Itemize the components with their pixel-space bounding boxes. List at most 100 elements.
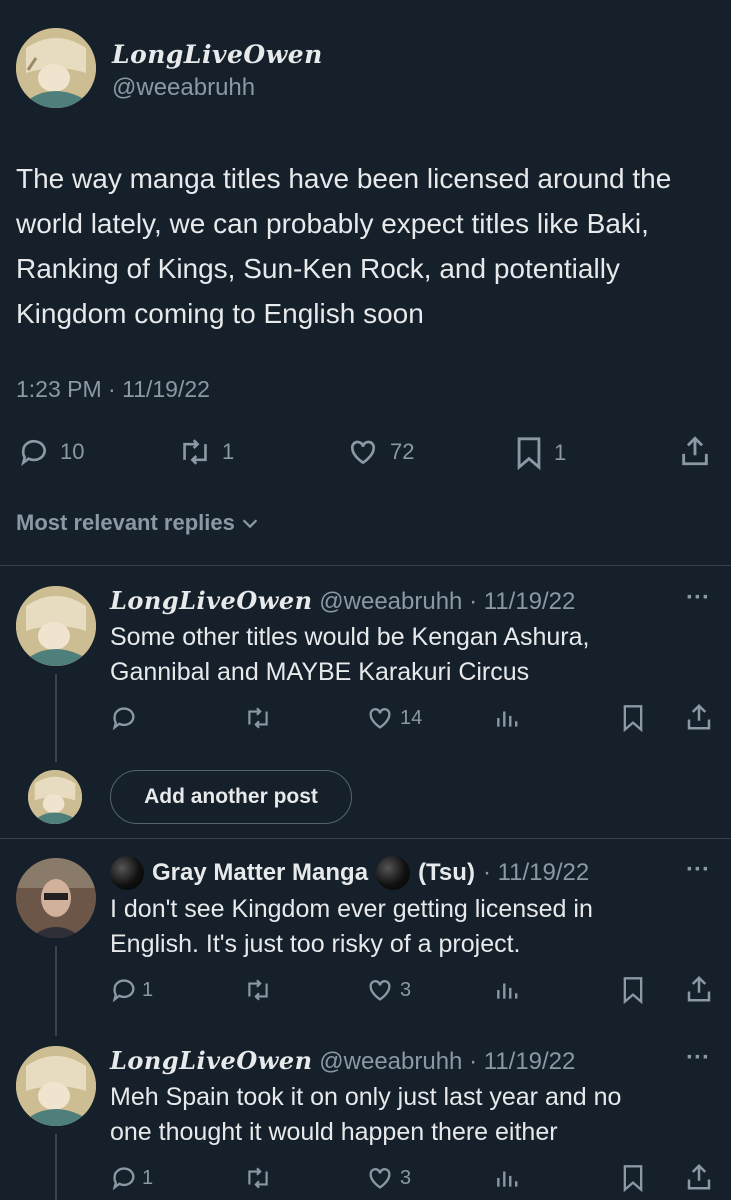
reply-comment-count: 1 (142, 978, 154, 1001)
share-icon (678, 434, 712, 468)
reply-text-line: Some other titles would be Kengan Ashura… (110, 623, 590, 651)
reply-text-line: one thought it would happen there either (110, 1118, 558, 1146)
reply-comment-button[interactable]: 1 (110, 1164, 153, 1192)
thread-connector (55, 946, 57, 1036)
timestamp-separator: · (108, 376, 116, 402)
retweet-icon (244, 976, 272, 1004)
reply-retweet-button[interactable] (244, 704, 272, 732)
share-icon (684, 702, 714, 732)
reply-share-button[interactable] (684, 702, 714, 732)
reply-button[interactable]: 10 (18, 436, 84, 468)
thread-connector (55, 674, 57, 762)
reply-share-button[interactable] (684, 974, 714, 1004)
reply-display-name[interactable]: LongLiveOwen (110, 586, 313, 615)
author-handle[interactable]: @weeabruhh (112, 74, 255, 102)
reply-avatar[interactable] (16, 586, 96, 666)
analytics-icon (494, 976, 520, 1004)
retweet-button[interactable]: 1 (178, 436, 234, 468)
section-divider (0, 838, 731, 839)
analytics-icon (494, 1164, 520, 1192)
bookmark-icon (620, 704, 646, 732)
analytics-icon (494, 704, 520, 732)
black-circle-emoji (110, 856, 144, 890)
thread-connector (55, 1134, 57, 1200)
more-options-button[interactable]: ··· (686, 584, 710, 612)
reply-bookmark-button[interactable] (620, 704, 646, 732)
share-icon (684, 974, 714, 1004)
reply-header: LongLiveOwen @weeabruhh · 11/19/22 (110, 586, 575, 616)
share-icon (684, 1162, 714, 1192)
reply-comment-count: 1 (142, 1166, 154, 1189)
reply-count: 10 (60, 439, 85, 464)
more-options-button[interactable]: ··· (686, 1044, 710, 1072)
share-button[interactable] (678, 434, 712, 468)
retweet-icon (244, 704, 272, 732)
reply-text: Meh Spain took it on only just last year… (110, 1080, 621, 1150)
reply-analytics-button[interactable] (494, 976, 520, 1004)
tweet-time: 1:23 PM (16, 376, 102, 402)
tweet-timestamp[interactable]: 1:23 PM · 11/19/22 (16, 376, 210, 403)
reply-comment-button[interactable] (110, 704, 138, 732)
retweet-count: 1 (222, 439, 235, 464)
reply-retweet-button[interactable] (244, 1164, 272, 1192)
reply-text-line: Meh Spain took it on only just last year… (110, 1083, 622, 1111)
sort-label: Most relevant replies (16, 510, 235, 535)
add-another-post-button[interactable]: Add another post (110, 770, 352, 824)
comment-icon (110, 1164, 138, 1192)
bookmark-icon (514, 436, 544, 470)
author-display-name[interactable]: LongLiveOwen (112, 40, 323, 69)
comment-icon (18, 436, 50, 468)
reply-text-line: English. It's just too risky of a projec… (110, 930, 521, 958)
comment-icon (110, 976, 138, 1004)
tweet-date: 11/19/22 (122, 376, 210, 402)
reply-comment-button[interactable]: 1 (110, 976, 153, 1004)
bookmark-icon (620, 1164, 646, 1192)
reply-bookmark-button[interactable] (620, 976, 646, 1004)
heart-icon (366, 976, 394, 1004)
heart-icon (366, 704, 394, 732)
reply-meta: @weeabruhh · 11/19/22 (319, 588, 576, 615)
reply-display-name[interactable]: LongLiveOwen (110, 1046, 313, 1075)
reply-header: LongLiveOwen @weeabruhh · 11/19/22 (110, 1046, 575, 1076)
like-count: 72 (390, 439, 415, 464)
reply-like-button[interactable]: 3 (366, 1164, 411, 1192)
reply-like-count: 3 (400, 1166, 412, 1189)
reply-like-button[interactable]: 3 (366, 976, 411, 1004)
reply-meta: @weeabruhh · 11/19/22 (319, 1048, 576, 1075)
reply-bookmark-button[interactable] (620, 1164, 646, 1192)
tweet-text: The way manga titles have been licensed … (16, 163, 672, 329)
retweet-icon (178, 436, 212, 468)
heart-icon (366, 1164, 394, 1192)
reply-avatar[interactable] (16, 1046, 96, 1126)
bookmark-icon (620, 976, 646, 1004)
reply-retweet-button[interactable] (244, 976, 272, 1004)
reply-avatar[interactable] (16, 858, 96, 938)
more-options-button[interactable]: ··· (686, 856, 710, 884)
bookmark-button[interactable]: 1 (514, 436, 566, 470)
sort-replies-dropdown[interactable]: Most relevant replies (16, 510, 261, 536)
reply-display-name-suffix: (Tsu) (418, 859, 475, 886)
reply-analytics-button[interactable] (494, 1164, 520, 1192)
bookmark-count: 1 (554, 440, 567, 465)
black-circle-emoji (376, 856, 411, 890)
retweet-icon (244, 1164, 272, 1192)
reply-like-count: 14 (400, 706, 423, 729)
section-divider (0, 565, 731, 566)
heart-icon (346, 436, 380, 468)
reply-like-count: 3 (400, 978, 412, 1001)
reply-text: Some other titles would be Kengan Ashura… (110, 620, 589, 690)
reply-header: Gray Matter Manga (Tsu) · 11/19/22 (110, 856, 589, 890)
author-avatar[interactable] (16, 28, 96, 108)
reply-text-line: I don't see Kingdom ever getting license… (110, 895, 593, 923)
reply-display-name[interactable]: Gray Matter Manga (152, 859, 368, 887)
comment-icon (110, 704, 138, 732)
reply-text-line: Gannibal and MAYBE Karakuri Circus (110, 658, 530, 686)
reply-text: I don't see Kingdom ever getting license… (110, 892, 593, 962)
reply-analytics-button[interactable] (494, 704, 520, 732)
own-avatar (28, 770, 82, 824)
reply-like-button[interactable]: 14 (366, 704, 422, 732)
chevron-down-icon (239, 512, 261, 534)
like-button[interactable]: 72 (346, 436, 414, 468)
reply-meta: · 11/19/22 (482, 859, 590, 886)
reply-share-button[interactable] (684, 1162, 714, 1192)
